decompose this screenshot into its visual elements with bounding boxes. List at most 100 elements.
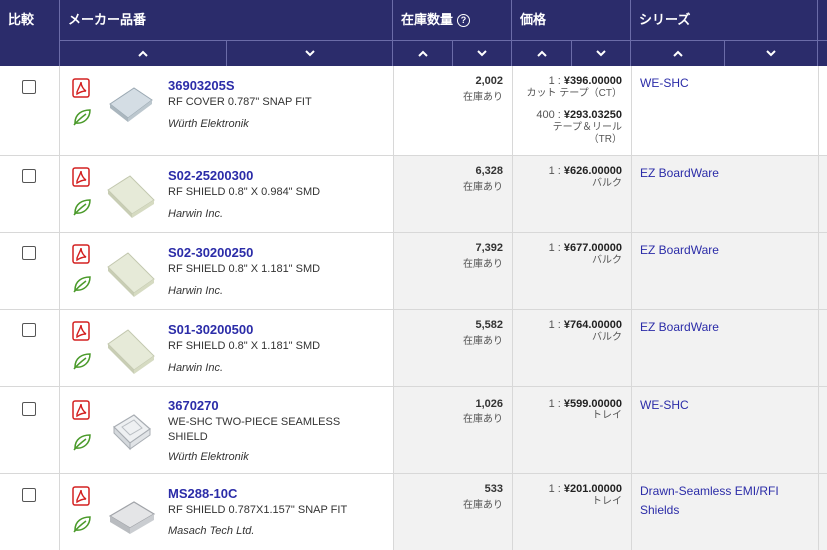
help-icon[interactable]: ? — [457, 14, 471, 28]
price-value: ¥201.00000 — [563, 483, 622, 495]
compare-checkbox[interactable] — [22, 402, 36, 416]
price-break-1: 1 : ¥626.00000 — [549, 165, 622, 177]
datasheet-pdf-icon[interactable] — [72, 244, 90, 264]
table-row: S02-25200300 RF SHIELD 0.8" X 0.984" SMD… — [0, 156, 827, 233]
column-mfr-part[interactable]: メーカー品番 — [60, 0, 393, 40]
packaging: トレイ — [592, 496, 622, 507]
column-price[interactable]: 価格 — [512, 0, 631, 40]
sort-series-asc-button[interactable] — [631, 40, 725, 66]
sort-stock-asc-button[interactable] — [393, 40, 453, 66]
column-mfr-part-label: メーカー品番 — [68, 12, 147, 27]
column-price-label: 価格 — [520, 12, 547, 27]
datasheet-pdf-icon[interactable] — [72, 321, 90, 341]
column-next — [818, 0, 827, 40]
part-number-link[interactable]: S02-30200250 — [168, 245, 253, 260]
sort-cell-empty — [0, 40, 60, 66]
part-number-link[interactable]: 36903205S — [168, 78, 235, 93]
sort-ascending-icon — [536, 50, 547, 57]
table-row: 3670270 WE-SHC TWO-PIECE SEAMLESS SHIELD… — [0, 387, 827, 474]
stock-status: 在庫あり — [463, 500, 503, 511]
compare-checkbox[interactable] — [22, 488, 36, 502]
stock-quantity: 533 — [484, 483, 503, 495]
manufacturer-link[interactable]: Harwin Inc. — [168, 285, 223, 297]
column-series[interactable]: シリーズ — [631, 0, 818, 40]
stock-quantity: 1,026 — [475, 398, 503, 410]
rohs-leaf-icon — [73, 109, 91, 126]
price-qty: 1 : — [548, 319, 564, 331]
column-stock[interactable]: 在庫数量? — [393, 0, 512, 40]
price-qty: 400 : — [536, 109, 564, 121]
column-compare-label: 比較 — [8, 12, 35, 27]
stock-status: 在庫あり — [463, 414, 503, 425]
manufacturer-link[interactable]: Masach Tech Ltd. — [168, 525, 254, 537]
stock-quantity: 7,392 — [475, 242, 503, 254]
compare-checkbox[interactable] — [22, 323, 36, 337]
series-link[interactable]: Drawn-Seamless EMI/RFI Shields — [640, 482, 810, 520]
product-image[interactable] — [104, 78, 158, 132]
compare-checkbox[interactable] — [22, 246, 36, 260]
column-series-label: シリーズ — [639, 12, 691, 27]
table-row: 36903205S RF COVER 0.787" SNAP FIT Würth… — [0, 66, 827, 156]
stock-status: 在庫あり — [463, 182, 503, 193]
series-link[interactable]: WE-SHC — [640, 74, 810, 93]
packaging: テープ＆リール — [552, 122, 622, 133]
sort-mfr-desc-button[interactable] — [227, 40, 393, 66]
product-image[interactable] — [104, 168, 158, 222]
rohs-leaf-icon — [73, 276, 91, 293]
packaging: （TR） — [588, 134, 622, 145]
table-row: S02-30200250 RF SHIELD 0.8" X 1.181" SMD… — [0, 233, 827, 310]
sort-series-desc-button[interactable] — [725, 40, 818, 66]
product-image[interactable] — [104, 403, 158, 457]
compare-checkbox[interactable] — [22, 80, 36, 94]
sort-mfr-asc-button[interactable] — [60, 40, 227, 66]
sort-stock-desc-button[interactable] — [453, 40, 512, 66]
manufacturer-link[interactable]: Harwin Inc. — [168, 208, 223, 220]
stock-quantity: 6,328 — [475, 165, 503, 177]
manufacturer-link[interactable]: Würth Elektronik — [168, 451, 249, 463]
part-description: WE-SHC TWO-PIECE SEAMLESS SHIELD — [168, 416, 341, 443]
price-break-1: 1 : ¥201.00000 — [549, 483, 622, 495]
packaging: バルク — [592, 178, 622, 189]
sort-price-desc-button[interactable] — [572, 40, 631, 66]
datasheet-pdf-icon[interactable] — [72, 400, 90, 420]
packaging: バルク — [592, 332, 622, 343]
manufacturer-link[interactable]: Würth Elektronik — [168, 118, 249, 130]
sort-price-asc-button[interactable] — [512, 40, 572, 66]
table-row: S01-30200500 RF SHIELD 0.8" X 1.181" SMD… — [0, 310, 827, 387]
series-link[interactable]: EZ BoardWare — [640, 318, 810, 337]
part-number-link[interactable]: S01-30200500 — [168, 322, 253, 337]
product-image[interactable] — [104, 245, 158, 299]
table-row: MS288-10C RF SHIELD 0.787X1.157" SNAP FI… — [0, 474, 827, 550]
sort-ascending-icon — [138, 50, 148, 57]
stock-quantity: 2,002 — [475, 75, 503, 87]
series-link[interactable]: EZ BoardWare — [640, 241, 810, 260]
part-description: RF SHIELD 0.8" X 1.181" SMD — [168, 340, 321, 352]
series-link[interactable]: WE-SHC — [640, 396, 810, 415]
datasheet-pdf-icon[interactable] — [72, 486, 90, 506]
price-qty: 1 : — [548, 75, 564, 87]
compare-checkbox[interactable] — [22, 169, 36, 183]
price-break-1: 1 : ¥599.00000 — [549, 398, 622, 410]
column-compare: 比較 — [0, 0, 60, 40]
product-image[interactable] — [104, 322, 158, 376]
datasheet-pdf-icon[interactable] — [72, 78, 90, 98]
product-image[interactable] — [104, 488, 158, 542]
part-number-link[interactable]: 3670270 — [168, 398, 219, 413]
sort-ascending-icon — [672, 50, 683, 57]
stock-status: 在庫あり — [463, 259, 503, 270]
price-break-1: 1 : ¥677.00000 — [549, 242, 622, 254]
series-link[interactable]: EZ BoardWare — [640, 164, 810, 183]
rohs-leaf-icon — [73, 199, 91, 216]
price-break-2: 400 : ¥293.03250 — [536, 109, 622, 121]
packaging: カット テープ（CT） — [526, 88, 622, 99]
part-description: RF COVER 0.787" SNAP FIT — [168, 96, 312, 108]
part-number-link[interactable]: S02-25200300 — [168, 168, 253, 183]
price-value: ¥677.00000 — [563, 242, 622, 254]
price-break-1: 1 : ¥396.00000 — [549, 75, 622, 87]
part-description: RF SHIELD 0.787X1.157" SNAP FIT — [168, 504, 348, 516]
stock-status: 在庫あり — [463, 92, 503, 103]
manufacturer-link[interactable]: Harwin Inc. — [168, 362, 223, 374]
datasheet-pdf-icon[interactable] — [72, 167, 90, 187]
sort-ascending-icon — [417, 50, 428, 57]
part-number-link[interactable]: MS288-10C — [168, 486, 237, 501]
